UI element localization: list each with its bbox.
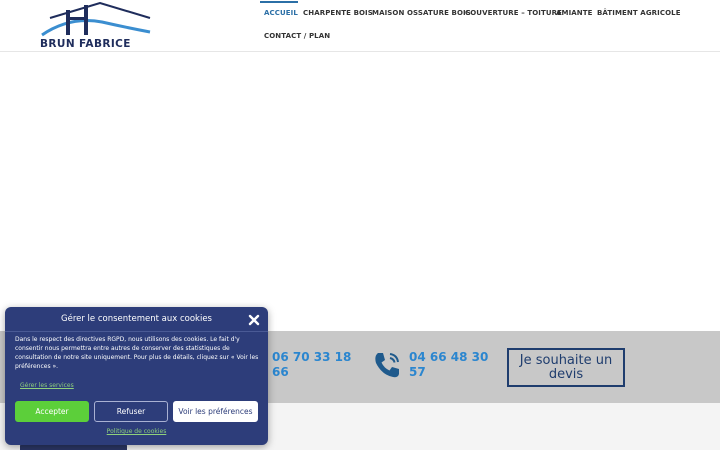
- cookie-consent-dialog: Gérer le consentement aux cookies Dans l…: [5, 307, 268, 445]
- logo-text: BRUN FABRICE: [40, 38, 131, 50]
- accept-button[interactable]: Accepter: [15, 401, 89, 422]
- cookie-description: Dans le respect des directives RGPD, nou…: [15, 336, 259, 370]
- main-navigation: ACCUEIL CHARPENTE BOIS MAISON OSSATURE B…: [260, 0, 720, 50]
- manage-services-link[interactable]: Gérer les services: [20, 382, 74, 389]
- cookie-dialog-title: Gérer le consentement aux cookies: [61, 314, 212, 324]
- phone-icon: [375, 353, 399, 378]
- nav-active-indicator: [260, 1, 298, 3]
- site-header: BRUN FABRICE ACCUEIL CHARPENTE BOIS MAIS…: [0, 0, 720, 52]
- request-quote-label: Je souhaite un devis: [519, 352, 613, 382]
- nav-item-charpente-bois[interactable]: CHARPENTE BOIS: [303, 9, 373, 17]
- nav-item-contact-plan[interactable]: CONTACT / PLAN: [264, 32, 330, 40]
- nav-item-batiment-agricole[interactable]: BÂTIMENT AGRICOLE: [597, 9, 681, 17]
- logo-roof-icon: [41, 2, 151, 37]
- nav-item-maison-ossature-bois[interactable]: MAISON OSSATURE BOIS: [372, 9, 471, 17]
- nav-item-accueil[interactable]: ACCUEIL: [264, 9, 298, 17]
- refuse-button[interactable]: Refuser: [94, 401, 168, 422]
- close-icon[interactable]: [248, 314, 260, 326]
- cookie-divider: [5, 331, 268, 332]
- nav-item-couverture-toiture[interactable]: COUVERTURE – TOITURE: [465, 9, 562, 17]
- preferences-button[interactable]: Voir les préférences: [173, 401, 258, 422]
- site-logo[interactable]: BRUN FABRICE: [40, 2, 152, 50]
- phone-number-mobile[interactable]: 06 70 33 18 66: [272, 350, 362, 380]
- request-quote-button[interactable]: Je souhaite un devis: [507, 348, 625, 387]
- phone-number-landline[interactable]: 04 66 48 30 57: [409, 350, 499, 380]
- cookie-policy-link[interactable]: Politique de cookies: [5, 428, 268, 435]
- nav-item-amiante[interactable]: AMIANTE: [556, 9, 593, 17]
